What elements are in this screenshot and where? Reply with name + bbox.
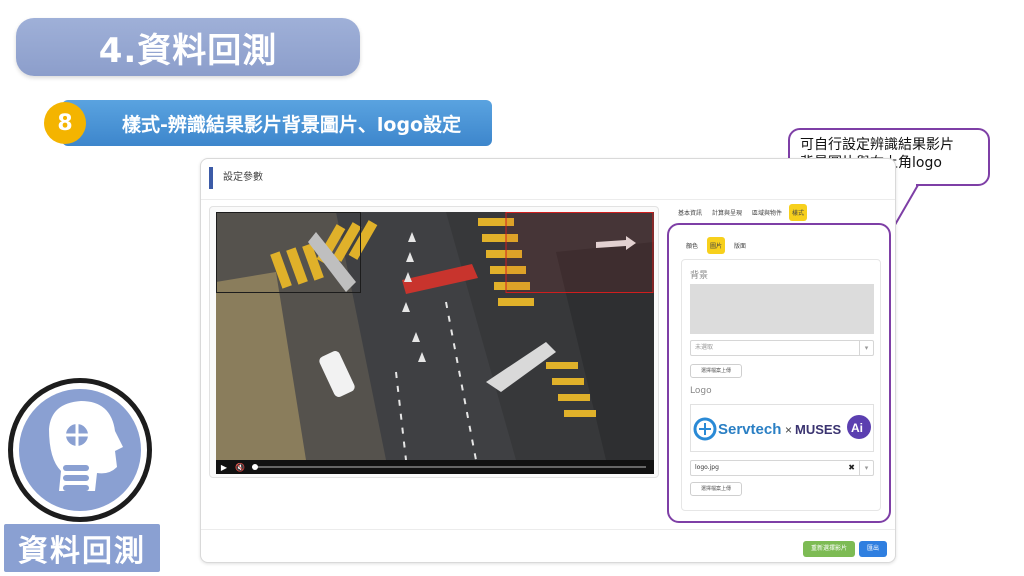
logo-text-times: × [785, 423, 792, 437]
tab-calc-display[interactable]: 計算與呈現 [709, 204, 745, 221]
tab-basic-info[interactable]: 基本資訊 [675, 204, 705, 221]
divider [201, 199, 895, 200]
reselect-video-button[interactable]: 重新選擇影片 [803, 541, 855, 557]
background-select-value: 未選取 [695, 344, 714, 351]
chevron-down-icon[interactable]: ▾ [859, 341, 873, 355]
callout-line-1: 可自行設定辨識結果影片 [800, 137, 954, 153]
logo-label: Logo [690, 386, 712, 396]
slide: 4.資料回測 樣式-辨識結果影片背景圖片、logo設定 8 可自行設定辨識結果影… [0, 0, 1024, 576]
avatar-background [19, 389, 141, 511]
style-settings-highlight: 顏色 圖片 版面 背景 未選取 ▾ 選擇檔案上傳 Logo Servtech ×… [667, 223, 891, 523]
logo-upload-button[interactable]: 選擇檔案上傳 [690, 482, 742, 496]
chevron-down-icon[interactable]: ▾ [859, 461, 873, 475]
video-container: ▶ 🔇 [209, 206, 659, 478]
style-sub-tabs: 顏色 圖片 版面 [683, 237, 749, 254]
result-video[interactable] [216, 212, 654, 460]
mute-icon[interactable]: 🔇 [232, 463, 248, 472]
logo-image: Servtech × MUSES Ai [693, 415, 871, 441]
avatar [8, 378, 152, 522]
export-button[interactable]: 匯出 [859, 541, 887, 557]
tab-style[interactable]: 樣式 [789, 204, 808, 221]
video-frame [216, 212, 654, 460]
video-controls: ▶ 🔇 [216, 460, 654, 474]
settings-tabs: 基本資訊 計算與呈現 區域與物件 樣式 [675, 204, 808, 221]
tab-layout[interactable]: 版面 [731, 237, 749, 254]
close-icon[interactable]: ✖ [848, 461, 855, 475]
logo-preview: Servtech × MUSES Ai [690, 404, 874, 452]
section-label: 資料回測 [4, 524, 160, 572]
background-upload-button[interactable]: 選擇檔案上傳 [690, 364, 742, 378]
logo-select-value: logo.jpg [695, 464, 719, 471]
video-progress-knob[interactable] [252, 464, 258, 470]
panel-header: 設定參數 [209, 167, 263, 189]
slide-title: 4.資料回測 [16, 18, 360, 76]
logo-text-servtech: Servtech [718, 421, 781, 438]
step-title: 樣式-辨識結果影片背景圖片、logo設定 [122, 113, 462, 136]
head-silhouette-icon [49, 401, 123, 491]
video-progress-track[interactable] [252, 464, 646, 470]
settings-panel: 設定參數 ▶ 🔇 基本資訊 計算與呈現 區域與物件 樣式 顏色 圖片 版面 背景… [200, 158, 896, 563]
divider [201, 529, 895, 530]
play-icon[interactable]: ▶ [216, 463, 232, 472]
background-label: 背景 [690, 271, 709, 281]
step-number-badge: 8 [44, 102, 86, 144]
tab-area-object[interactable]: 區域與物件 [749, 204, 785, 221]
logo-select[interactable]: logo.jpg ✖ ▾ [690, 460, 874, 476]
background-preview [690, 284, 874, 334]
logo-text-ai: Ai [851, 421, 863, 435]
step-title-bar: 樣式-辨識結果影片背景圖片、logo設定 [62, 100, 492, 146]
logo-text-muses: MUSES [795, 422, 842, 437]
image-settings-form: 背景 未選取 ▾ 選擇檔案上傳 Logo Servtech × MUSES Ai… [681, 259, 881, 511]
tab-image[interactable]: 圖片 [707, 237, 726, 254]
tab-color[interactable]: 顏色 [683, 237, 701, 254]
background-select[interactable]: 未選取 ▾ [690, 340, 874, 356]
